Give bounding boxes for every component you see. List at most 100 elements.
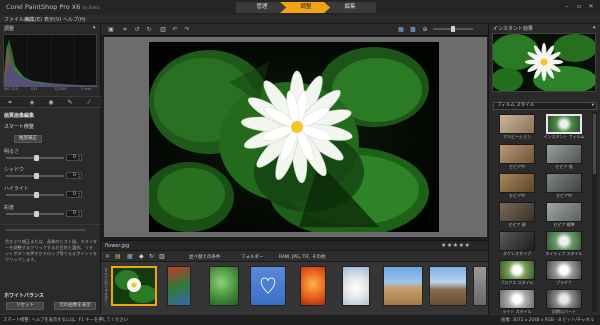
file-type-dropdown[interactable]: RAW, JPG, TIF, その他 (279, 254, 326, 260)
water-lily-photo (144, 42, 439, 237)
style-sepia-medium-2[interactable]: セピア中 (499, 173, 535, 199)
view-mode-icon[interactable]: ▦ (127, 253, 133, 260)
histogram-graph (4, 35, 98, 87)
status-bar: スマート修整: ヘルプを表示するには、F1 キーを押してください 画像: 307… (0, 314, 600, 325)
thumbnail-5[interactable] (300, 266, 326, 306)
style-sepia-light[interactable]: セピア 弱 (499, 202, 535, 228)
menu-edit[interactable]: 編集(E) (25, 16, 42, 23)
show-original-button[interactable]: 元の画像を表示 (54, 302, 96, 310)
fit-icon[interactable]: ▦ (397, 26, 405, 34)
style-early-robert[interactable]: 初期ロバート (546, 289, 582, 315)
thumbnail-flower[interactable] (111, 266, 157, 306)
style-daguerreotype[interactable]: ダゲレオタイプ (499, 231, 535, 257)
style-sepia-standard[interactable]: セピア 標準 (546, 202, 582, 228)
shutter-value: 1/1250 (54, 87, 67, 91)
sort-dropdown[interactable]: 並べ替えの条件 (189, 254, 221, 260)
brightness-label: 明るさ (4, 149, 20, 155)
crop-icon[interactable]: ⌗ (121, 26, 129, 34)
white-balance-title: ホワイトバランス (4, 293, 44, 299)
style-sepia-strong[interactable]: セピア 強 (546, 144, 582, 170)
secondary-slider[interactable] (6, 229, 86, 231)
filmstrip-header: flower.jpg ★★★★★ (101, 240, 488, 250)
app-title: Corel PaintShop Pro X6 by Stella (6, 3, 100, 11)
saturation-slider-knob[interactable] (34, 211, 39, 217)
crop-tool-icon[interactable]: ⌗ (6, 99, 14, 107)
right-panel-menu-icon[interactable]: ▾ (593, 25, 596, 31)
shadow-slider-knob[interactable] (34, 173, 39, 179)
zoom-icon[interactable]: ⊕ (421, 26, 429, 34)
category-dropdown[interactable]: フィルム スタイル ▾ (493, 102, 597, 110)
minimize-icon[interactable]: – (563, 3, 571, 10)
highlight-input[interactable]: 0 ▴ ▾ (66, 191, 82, 198)
thumbnail-2[interactable] (167, 266, 191, 306)
thumbnail-9[interactable] (473, 266, 487, 306)
highlight-label: ハイライト (4, 186, 29, 192)
menu-view[interactable]: 表示(V) (44, 16, 61, 23)
thumbnail-6[interactable] (342, 266, 370, 306)
brightness-input[interactable]: 0 ▴ ▾ (66, 154, 82, 161)
all-folders-label[interactable]: すべてのフォルダー (103, 268, 109, 308)
style-bronx[interactable]: ブロクス スタイル (499, 260, 535, 286)
folder-dropdown[interactable]: フォルダー (241, 254, 264, 260)
delete-icon[interactable]: ▥ (159, 26, 167, 34)
shadow-input[interactable]: 0 ▴ ▾ (66, 172, 82, 179)
maximize-icon[interactable]: ▫ (575, 3, 583, 10)
style-light[interactable]: ライト スタイル (499, 289, 535, 315)
tab-edit[interactable]: 編集 (324, 2, 376, 13)
aperture-value: f/11 (31, 87, 38, 91)
focal-value: 3 mm (81, 87, 92, 91)
menu-bar: ファイル(F) 編集(E) 表示(V) ヘルプ(H) (0, 15, 600, 24)
effect-preview (491, 33, 597, 94)
thumbnail-7[interactable] (383, 266, 423, 306)
panel-menu-icon[interactable]: ▾ (93, 25, 96, 31)
brush-tool-icon[interactable]: ⁄ (85, 99, 93, 107)
image-info: 画像: 3072 x 2048 x RGB - 8 ビット/チャネル (501, 318, 594, 323)
style-native[interactable]: ネイティブ スタイル (546, 231, 582, 257)
rotate-left-icon[interactable]: ↺ (133, 26, 141, 34)
saturation-input[interactable]: 0 ▴ ▾ (66, 210, 82, 217)
red-eye-tool-icon[interactable]: ◉ (47, 99, 55, 107)
adjust-tool-row: ⌗ ◈ ◉ ✎ ⁄ (0, 96, 101, 108)
save-icon[interactable]: ▣ (107, 26, 115, 34)
style-platinum[interactable]: プラチナ (546, 260, 582, 286)
histogram-stats: ISO 125 f/11 1/1250 3 mm (4, 87, 98, 93)
delete-thumb-icon[interactable]: ▥ (159, 253, 165, 260)
menu-help[interactable]: ヘルプ(H) (63, 16, 86, 23)
suggest-settings-button[interactable]: 推奨補正 (14, 135, 42, 143)
brightness-slider-knob[interactable] (34, 155, 39, 161)
smart-fix-title: スマート修整 (4, 124, 34, 130)
title-bar: Corel PaintShop Pro X6 by Stella 管理 調整 編… (0, 0, 600, 15)
view-toolbar: ▣ ⌗ ↺ ↻ ▥ ↶ ↷ ▦ ▩ ⊕ (101, 24, 488, 36)
actual-size-icon[interactable]: ▩ (409, 26, 417, 34)
tab-adjust[interactable]: 調整 (280, 2, 332, 13)
undo-icon[interactable]: ↶ (171, 26, 179, 34)
tab-manage[interactable]: 管理 (236, 2, 288, 13)
rotate-right-icon[interactable]: ↻ (145, 26, 153, 34)
filmstrip-filename: flower.jpg (105, 243, 130, 249)
collapse-icon[interactable]: ✕ (105, 253, 110, 260)
straighten-tool-icon[interactable]: ◈ (28, 99, 36, 107)
style-sepia-medium-3[interactable]: セピア中 (546, 173, 582, 199)
tag-icon[interactable]: ◆ (139, 253, 144, 260)
main-photo[interactable] (144, 42, 439, 237)
thumbnail-3[interactable] (209, 266, 239, 306)
folder-icon[interactable]: ▤ (115, 253, 121, 260)
style-albumen[interactable]: アルビーション (499, 114, 535, 140)
retouch-tool-icon[interactable]: ✎ (66, 99, 74, 107)
help-text: 色かぶり補正または、画像のヒスト図。スライダーを調整するクリックするか目的と選択… (5, 239, 98, 262)
close-icon[interactable]: ✕ (587, 3, 595, 10)
style-sepia-medium[interactable]: セピア中 (499, 144, 535, 170)
status-message: スマート修整: ヘルプを表示するには、F1 キーを押してください (3, 318, 129, 323)
redo-icon[interactable]: ↷ (183, 26, 191, 34)
style-instant-film[interactable]: インスタント フィルム (543, 114, 585, 140)
styles-scrollbar-thumb[interactable] (593, 114, 596, 174)
highlight-slider-knob[interactable] (34, 192, 39, 198)
thumbnail-8[interactable] (429, 266, 467, 306)
thumbnail-4[interactable] (250, 266, 286, 306)
rotate-thumb-icon[interactable]: ↻ (149, 253, 154, 260)
rating-stars[interactable]: ★★★★★ (441, 242, 470, 249)
styles-scrollbar[interactable] (592, 112, 597, 312)
histogram (3, 34, 98, 87)
zoom-slider-knob[interactable] (451, 26, 455, 32)
reset-button[interactable]: リセット (6, 302, 44, 310)
